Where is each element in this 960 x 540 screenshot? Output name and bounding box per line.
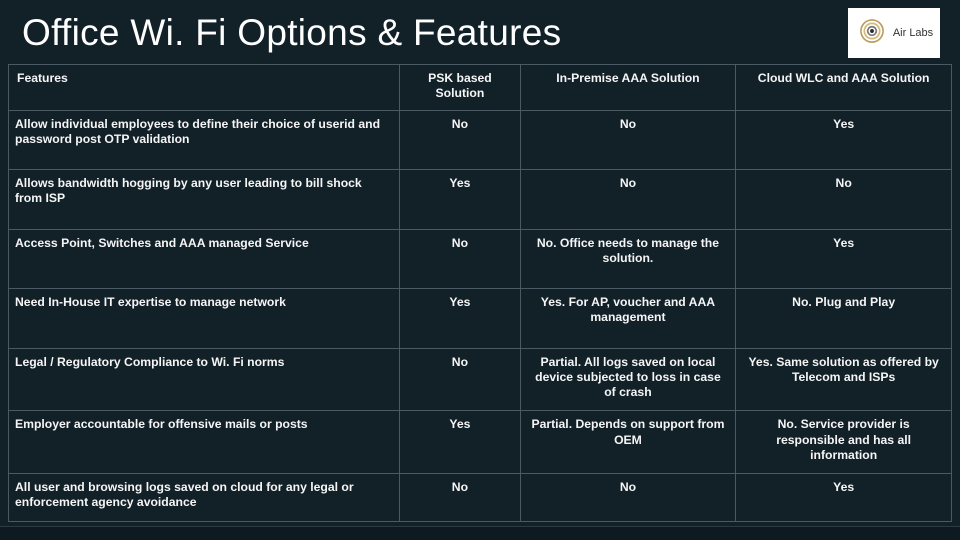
table-row: Allow individual employees to define the… [9,110,952,170]
cell-psk: Yes [400,170,520,230]
cell-psk: No [400,110,520,170]
cell-feature: Employer accountable for offensive mails… [9,411,400,474]
cell-psk: Yes [400,289,520,349]
cell-premise: No [520,170,736,230]
table-row: Legal / Regulatory Compliance to Wi. Fi … [9,348,952,411]
cell-premise: No. Office needs to manage the solution. [520,229,736,289]
page-title: Office Wi. Fi Options & Features [22,12,561,54]
cell-psk: Yes [400,411,520,474]
table-row: Access Point, Switches and AAA managed S… [9,229,952,289]
table-row: Employer accountable for offensive mails… [9,411,952,474]
cell-cloud: Yes [736,229,952,289]
col-header-premise: In-Premise AAA Solution [520,65,736,111]
logo: Air Labs [848,8,940,58]
table-row: All user and browsing logs saved on clou… [9,474,952,522]
cell-cloud: No. Plug and Play [736,289,952,349]
comparison-table: Features PSK based Solution In-Premise A… [8,64,952,522]
table-row: Need In-House IT expertise to manage net… [9,289,952,349]
table-header-row: Features PSK based Solution In-Premise A… [9,65,952,111]
cell-feature: Access Point, Switches and AAA managed S… [9,229,400,289]
cell-cloud: No. Service provider is responsible and … [736,411,952,474]
cell-cloud: No [736,170,952,230]
cell-feature: Allows bandwidth hogging by any user lea… [9,170,400,230]
cell-cloud: Yes [736,474,952,522]
comparison-table-container: Features PSK based Solution In-Premise A… [0,64,960,522]
col-header-features: Features [9,65,400,111]
bottom-accent-bar [0,526,960,540]
cell-psk: No [400,229,520,289]
cell-cloud: Yes. Same solution as offered by Telecom… [736,348,952,411]
cell-psk: No [400,348,520,411]
cell-psk: No [400,474,520,522]
slide: Office Wi. Fi Options & Features Air Lab… [0,0,960,540]
col-header-psk: PSK based Solution [400,65,520,111]
logo-text: Air Labs [893,28,933,39]
cell-premise: Partial. Depends on support from OEM [520,411,736,474]
cell-premise: No [520,474,736,522]
slide-header: Office Wi. Fi Options & Features Air Lab… [0,0,960,64]
swirl-icon [855,14,889,53]
cell-cloud: Yes [736,110,952,170]
col-header-cloud: Cloud WLC and AAA Solution [736,65,952,111]
table-row: Allows bandwidth hogging by any user lea… [9,170,952,230]
cell-feature: Allow individual employees to define the… [9,110,400,170]
cell-premise: Partial. All logs saved on local device … [520,348,736,411]
cell-premise: Yes. For AP, voucher and AAA management [520,289,736,349]
cell-premise: No [520,110,736,170]
cell-feature: All user and browsing logs saved on clou… [9,474,400,522]
cell-feature: Need In-House IT expertise to manage net… [9,289,400,349]
cell-feature: Legal / Regulatory Compliance to Wi. Fi … [9,348,400,411]
